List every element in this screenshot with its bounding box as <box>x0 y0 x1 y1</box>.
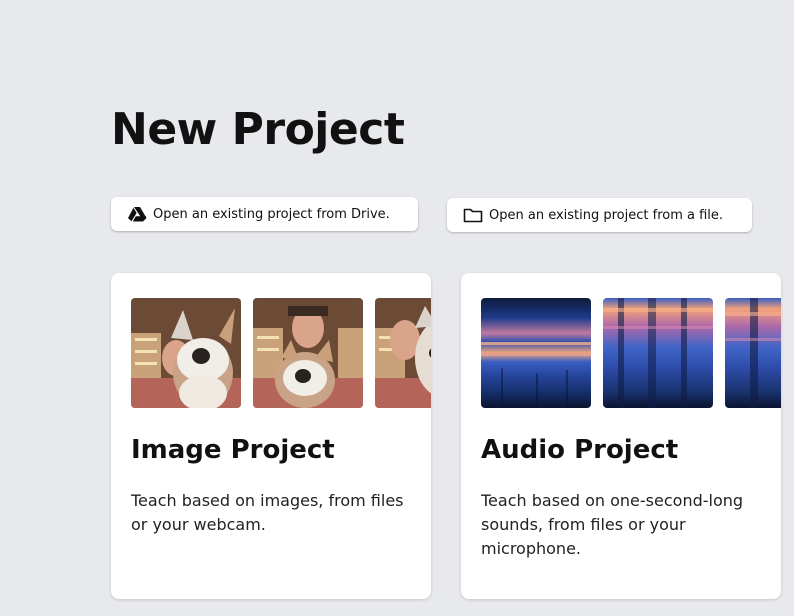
google-drive-icon <box>128 207 147 222</box>
folder-icon <box>463 208 483 223</box>
open-from-file-label: Open an existing project from a file. <box>489 207 724 223</box>
audio-project-description: Teach based on one-second-long sounds, f… <box>481 491 744 558</box>
spectrogram-1 <box>481 298 591 408</box>
image-project-title: Image Project <box>131 435 335 465</box>
corgi-plush-photo-3 <box>375 298 431 408</box>
audio-project-card[interactable]: Audio Project Teach based on one-second-… <box>461 273 781 599</box>
image-project-description: Teach based on images, from files or you… <box>131 491 404 534</box>
page-title: New Project <box>111 104 405 155</box>
audio-thumbnails <box>481 298 781 408</box>
spectrogram-3 <box>725 298 781 408</box>
spectrogram-2 <box>603 298 713 408</box>
open-from-drive-button[interactable]: Open an existing project from Drive. <box>111 197 418 231</box>
audio-project-title: Audio Project <box>481 435 679 465</box>
image-project-card[interactable]: Image Project Teach based on images, fro… <box>111 273 431 599</box>
image-thumbnails <box>131 298 431 408</box>
corgi-plush-photo-2 <box>253 298 363 408</box>
open-from-file-button[interactable]: Open an existing project from a file. <box>447 198 752 232</box>
open-from-drive-label: Open an existing project from Drive. <box>153 206 390 222</box>
corgi-plush-photo-1 <box>131 298 241 408</box>
